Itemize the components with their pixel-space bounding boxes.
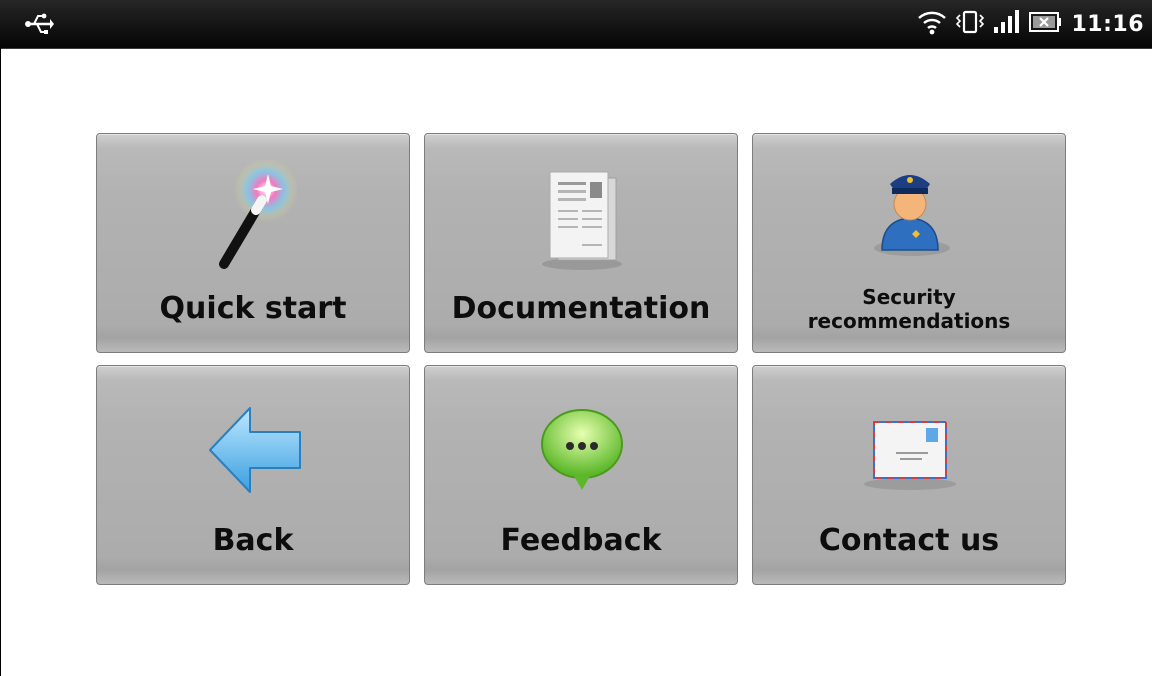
status-bar: 11:16 bbox=[0, 0, 1152, 49]
tile-label: Contact us bbox=[818, 523, 1000, 558]
wifi-icon bbox=[917, 9, 947, 39]
contact-us-button[interactable]: Contact us bbox=[752, 365, 1066, 585]
feedback-button[interactable]: Feedback bbox=[424, 365, 738, 585]
quick-start-button[interactable]: Quick start bbox=[96, 133, 410, 353]
security-recommendations-button[interactable]: Security recommendations bbox=[752, 133, 1066, 353]
tile-label: Security recommendations bbox=[807, 285, 1011, 333]
signal-icon bbox=[993, 9, 1021, 39]
back-arrow-icon bbox=[204, 392, 304, 508]
battery-icon bbox=[1029, 9, 1063, 39]
tile-label: Quick start bbox=[159, 291, 347, 326]
tile-label: Documentation bbox=[451, 291, 711, 326]
status-icons: 11:16 bbox=[917, 0, 1144, 48]
tile-label: Back bbox=[212, 523, 294, 558]
vibrate-icon bbox=[955, 9, 985, 39]
security-officer-icon bbox=[860, 160, 960, 276]
documentation-button[interactable]: Documentation bbox=[424, 133, 738, 353]
speech-bubble-icon bbox=[532, 392, 632, 508]
back-button[interactable]: Back bbox=[96, 365, 410, 585]
clock: 11:16 bbox=[1071, 11, 1144, 37]
magic-wand-icon bbox=[204, 158, 304, 276]
document-icon bbox=[532, 160, 632, 276]
tile-label: Feedback bbox=[500, 523, 662, 558]
envelope-icon bbox=[860, 392, 960, 508]
usb-icon bbox=[24, 10, 54, 38]
screen-edge bbox=[0, 48, 1, 676]
